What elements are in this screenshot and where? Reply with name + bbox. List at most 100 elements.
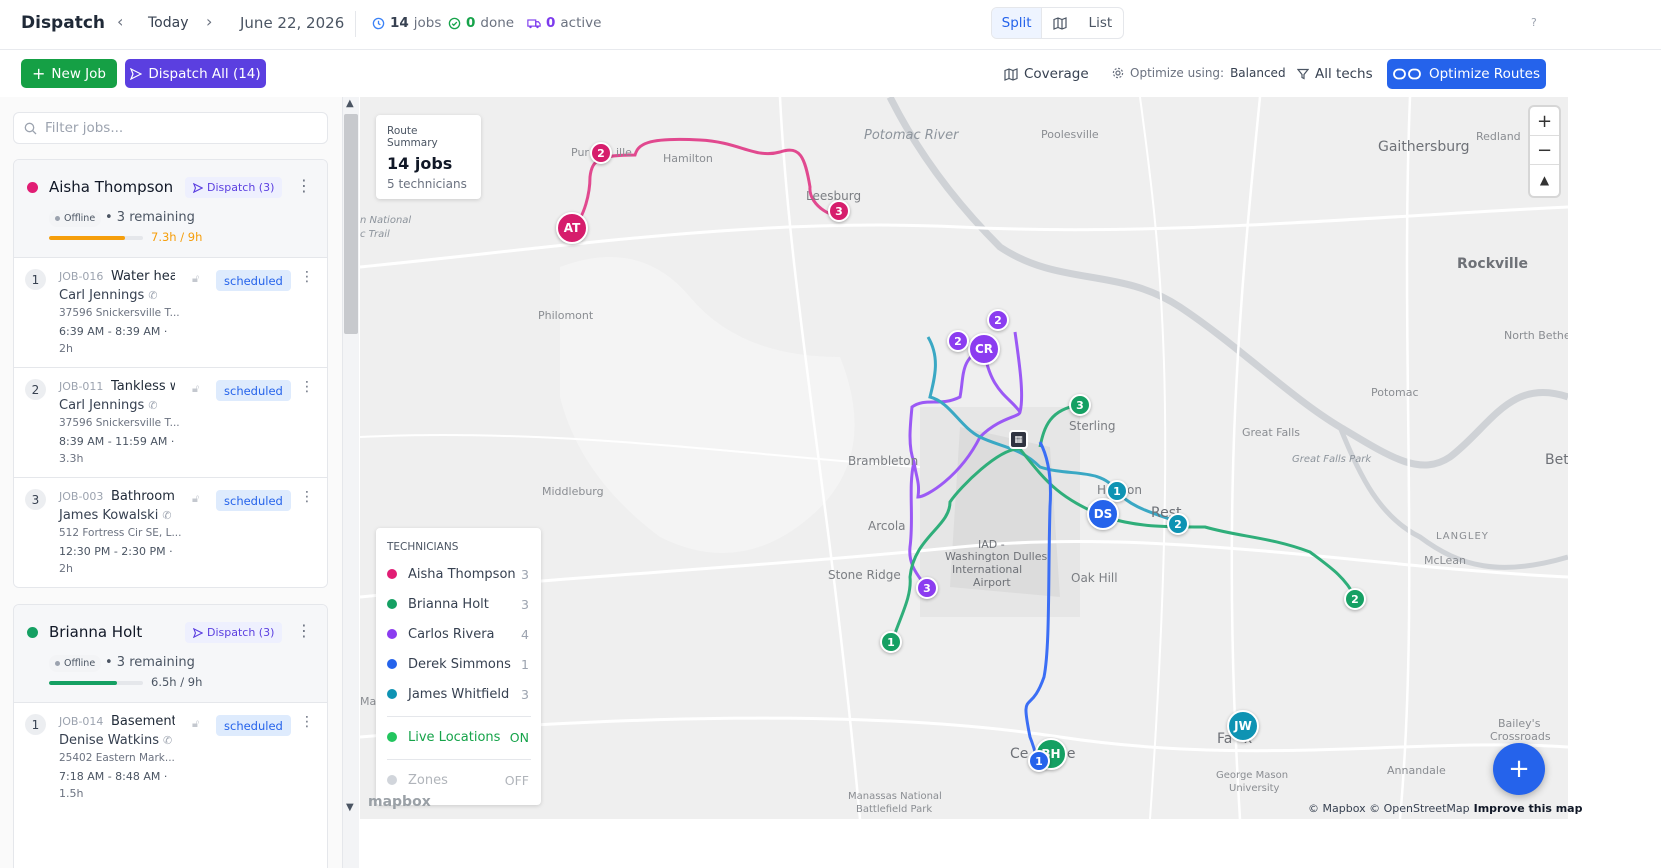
phone-icon[interactable]: ✆ — [148, 399, 157, 412]
dispatch-tech-button[interactable]: Dispatch (3) — [185, 177, 283, 198]
chevron-left-icon[interactable]: ‹ — [117, 12, 123, 31]
job-card[interactable]: 3 JOB-003 Bathroom 🔓︎ scheduled ⋮ James … — [14, 478, 327, 587]
tech-marker-derek-simmons[interactable]: DS — [1087, 498, 1119, 530]
lock-icon[interactable]: 🔓︎ — [192, 717, 199, 731]
place-label: Rockville — [1457, 256, 1529, 272]
route-map[interactable]: Potomac River Poolesville Gaithersburg R… — [360, 97, 1568, 819]
all-techs-filter[interactable]: All techs — [1297, 66, 1373, 82]
remaining-count: • 3 remaining — [105, 210, 195, 225]
scroll-thumb[interactable] — [344, 114, 358, 334]
clock-icon — [372, 17, 385, 29]
stop-marker[interactable]: 2 — [1167, 513, 1189, 535]
job-card[interactable]: 2 JOB-011 Tankless wa 🔓︎ scheduled ⋮ Car… — [14, 368, 327, 478]
dispatch-tech-button[interactable]: Dispatch (3) — [185, 622, 283, 643]
legend-item[interactable]: James Whitfield 3 — [387, 685, 529, 703]
job-customer: Carl Jennings ✆ — [59, 398, 158, 413]
job-duration: 3.3h — [59, 452, 84, 465]
send-icon — [193, 627, 203, 638]
stop-marker[interactable]: 1 — [1028, 750, 1050, 772]
stop-marker[interactable]: 3 — [1069, 394, 1091, 416]
optimize-routes-button[interactable]: Optimize Routes — [1387, 59, 1546, 89]
more-vertical-icon[interactable]: ⋮ — [300, 379, 314, 395]
legend-count: 1 — [521, 656, 529, 672]
filter-jobs-input[interactable] — [45, 120, 315, 136]
phone-icon[interactable]: ✆ — [163, 734, 172, 747]
coverage-button[interactable]: Coverage — [1004, 66, 1089, 82]
zoom-out-button[interactable]: − — [1530, 136, 1559, 165]
more-vertical-icon[interactable]: ⋮ — [300, 489, 314, 505]
filter-jobs-field[interactable] — [13, 112, 328, 144]
legend-item[interactable]: Derek Simmons 1 — [387, 655, 529, 673]
new-job-button[interactable]: + New Job — [21, 59, 117, 88]
zones-label: Zones — [408, 772, 448, 788]
phone-icon[interactable]: ✆ — [148, 289, 157, 302]
legend-item[interactable]: Brianna Holt 3 — [387, 595, 529, 613]
today-button[interactable]: Today — [148, 15, 189, 31]
place-label: Manassas National — [848, 791, 942, 802]
scroll-down-arrow[interactable]: ▼ — [346, 802, 354, 813]
more-vertical-icon[interactable]: ⋮ — [296, 176, 312, 195]
live-locations-toggle[interactable]: Live Locations ON — [387, 728, 529, 746]
legend-count: 3 — [521, 686, 529, 702]
view-map-button[interactable] — [1042, 8, 1077, 38]
job-title: Basement — [111, 714, 175, 729]
place-label: Oak Hill — [1071, 571, 1118, 585]
zoom-in-button[interactable]: + — [1530, 107, 1559, 136]
truck-icon — [527, 18, 541, 28]
job-title: Bathroom — [111, 489, 175, 504]
stop-marker[interactable]: 2 — [1344, 588, 1366, 610]
help-button[interactable]: ? — [1531, 16, 1537, 29]
send-icon — [193, 182, 203, 193]
add-fab-button[interactable]: + — [1493, 743, 1545, 795]
phone-icon[interactable]: ✆ — [162, 509, 171, 522]
stop-marker[interactable]: 2 — [987, 309, 1009, 331]
lock-icon[interactable]: 🔓︎ — [192, 272, 199, 286]
chevron-right-icon[interactable]: › — [206, 12, 212, 31]
stop-marker[interactable]: 1 — [880, 631, 902, 653]
compass-icon[interactable]: ▲ — [1530, 165, 1559, 194]
tech-header[interactable]: Brianna Holt Dispatch (3) ⋮ Offline • 3 … — [14, 605, 327, 703]
more-vertical-icon[interactable]: ⋮ — [296, 621, 312, 640]
depot-building-icon[interactable]: ▦ — [1009, 430, 1028, 449]
more-vertical-icon[interactable]: ⋮ — [300, 269, 314, 285]
legend-name: Derek Simmons — [408, 656, 511, 672]
dispatch-all-button[interactable]: Dispatch All (14) — [125, 59, 266, 88]
place-label: Poolesville — [1041, 128, 1099, 141]
place-label: LANGLEY — [1436, 531, 1489, 542]
improve-map-link[interactable]: Improve this map — [1474, 802, 1583, 815]
place-label: Annandale — [1387, 764, 1446, 777]
route-icon — [1393, 68, 1421, 80]
stat-jobs-label: jobs — [413, 15, 442, 31]
status-badge: Offline — [49, 210, 102, 227]
more-vertical-icon[interactable]: ⋮ — [300, 714, 314, 730]
place-label: McLean — [1424, 554, 1466, 567]
legend-item[interactable]: Carlos Rivera 4 — [387, 625, 529, 643]
stop-marker[interactable]: 2 — [947, 330, 969, 352]
view-list-button[interactable]: List — [1078, 8, 1123, 38]
tech-marker-carlos-rivera[interactable]: CR — [968, 333, 1000, 365]
zones-toggle[interactable]: Zones OFF — [387, 771, 529, 789]
place-label: Philomont — [538, 309, 594, 322]
tech-marker-aisha-thompson[interactable]: AT — [556, 212, 588, 244]
lock-icon[interactable]: 🔓︎ — [192, 382, 199, 396]
scroll-up-arrow[interactable]: ▲ — [346, 98, 354, 109]
lock-icon[interactable]: 🔓︎ — [192, 492, 199, 506]
place-label: Hamilton — [663, 152, 713, 165]
legend-item[interactable]: Aisha Thompson 3 — [387, 565, 529, 583]
job-card[interactable]: 1 JOB-014 Basement 🔓︎ scheduled ⋮ Denise… — [14, 703, 327, 813]
stop-marker[interactable]: 3 — [916, 577, 938, 599]
gear-icon — [1112, 67, 1124, 79]
stat-jobs-count: 14 — [390, 15, 409, 31]
hours-progress-fill — [49, 681, 117, 685]
stop-marker[interactable]: 3 — [828, 200, 850, 222]
zones-value: OFF — [504, 772, 529, 788]
tech-header[interactable]: Aisha Thompson Dispatch (3) ⋮ Offline • … — [14, 160, 327, 258]
hours-progress-fill — [49, 236, 126, 240]
sidebar-scrollbar[interactable]: ▲ ▼ — [343, 97, 359, 868]
view-split-button[interactable]: Split — [992, 8, 1043, 38]
tech-marker-james-whitfield[interactable]: JW — [1227, 710, 1259, 742]
stop-marker[interactable]: 2 — [590, 142, 612, 164]
optimize-mode-select[interactable]: Optimize using: Balanced — [1112, 66, 1286, 80]
all-techs-label: All techs — [1315, 66, 1373, 82]
job-card[interactable]: 1 JOB-016 Water hea 🔓︎ scheduled ⋮ Carl … — [14, 258, 327, 368]
